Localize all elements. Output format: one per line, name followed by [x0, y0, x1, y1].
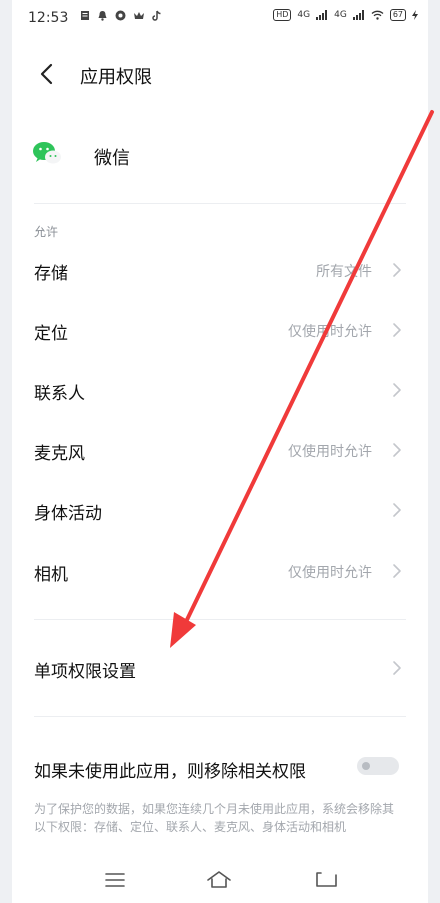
menu-icon: [105, 873, 125, 887]
menu-button[interactable]: [100, 868, 130, 892]
permission-label: 相机: [34, 565, 68, 585]
battery-icon: 67: [389, 9, 406, 21]
divider: [34, 203, 406, 204]
charging-icon: [412, 10, 418, 20]
permission-row-storage[interactable]: 存储 所有文件: [12, 240, 428, 300]
status-right-icons: HD 4G 4G 67: [273, 9, 418, 21]
network-4g-2: 4G: [334, 10, 347, 20]
permission-row-body-activity[interactable]: 身体活动: [12, 480, 428, 540]
chevron-right-icon: [393, 383, 401, 397]
auto-remove-permissions-row: 如果未使用此应用，则移除相关权限: [12, 740, 428, 796]
permission-row-location[interactable]: 定位 仅使用时允许: [12, 300, 428, 360]
hd-badge: HD: [273, 9, 292, 21]
signal-icon: [316, 10, 328, 20]
app-info-row: 微信: [12, 128, 428, 182]
chevron-right-icon: [393, 564, 401, 578]
permission-value: 所有文件: [316, 264, 372, 280]
permission-label: 联系人: [34, 384, 85, 404]
permission-label: 麦克风: [34, 444, 85, 464]
chevron-right-icon: [393, 443, 401, 457]
wechat-icon: [33, 142, 61, 164]
permission-row-microphone[interactable]: 麦克风 仅使用时允许: [12, 420, 428, 480]
chevron-right-icon: [393, 263, 401, 277]
notification-icon: [98, 11, 107, 21]
page-title: 应用权限: [80, 67, 152, 88]
network-4g-1: 4G: [297, 10, 311, 20]
home-button[interactable]: [204, 868, 234, 892]
toggle-knob: [362, 762, 370, 770]
permission-row-camera[interactable]: 相机 仅使用时允许: [12, 541, 428, 601]
status-bar: 12:53 HD 4G 4G 67: [12, 0, 428, 34]
status-time: 12:53: [28, 10, 69, 26]
auto-remove-label: 如果未使用此应用，则移除相关权限: [34, 762, 306, 782]
permission-value: 仅使用时允许: [288, 565, 372, 581]
wifi-icon: [371, 10, 384, 20]
chevron-right-icon: [393, 503, 401, 517]
signal-icon-2: [352, 10, 364, 20]
single-permission-label: 单项权限设置: [34, 662, 136, 682]
app-icon: [115, 10, 126, 21]
divider: [34, 619, 406, 620]
permission-row-contacts[interactable]: 联系人: [12, 360, 428, 420]
permission-value: 仅使用时允许: [288, 324, 372, 340]
back-nav-button[interactable]: [312, 868, 342, 892]
permission-value: 仅使用时允许: [288, 444, 372, 460]
section-label-allowed: 允许: [34, 225, 59, 239]
crown-icon: [134, 12, 144, 19]
chevron-right-icon: [393, 323, 401, 337]
status-left-icons: [80, 10, 162, 21]
back-nav-icon: [316, 872, 337, 887]
app-name: 微信: [94, 148, 130, 169]
permission-label: 定位: [34, 324, 68, 344]
single-permission-settings-row[interactable]: 单项权限设置: [12, 638, 428, 698]
chevron-left-icon: [40, 63, 53, 85]
permission-label: 身体活动: [34, 504, 102, 524]
permission-label: 存储: [34, 264, 68, 284]
message-icon: [81, 11, 89, 20]
tiktok-icon: [152, 10, 161, 21]
back-button[interactable]: [34, 60, 62, 88]
chevron-right-icon: [393, 661, 401, 675]
home-icon: [207, 871, 231, 888]
auto-remove-description: 为了保护您的数据，如果您连续几个月未使用此应用，系统会移除其以下权限：存储、定位…: [34, 802, 395, 834]
auto-remove-toggle[interactable]: [357, 757, 399, 775]
app-window: 12:53 HD 4G 4G 67 应用权限 微信 允许 存储 所有文件 定位 …: [12, 0, 428, 903]
divider: [34, 716, 406, 717]
header: 应用权限: [12, 52, 428, 98]
navigation-bar: [12, 858, 428, 903]
